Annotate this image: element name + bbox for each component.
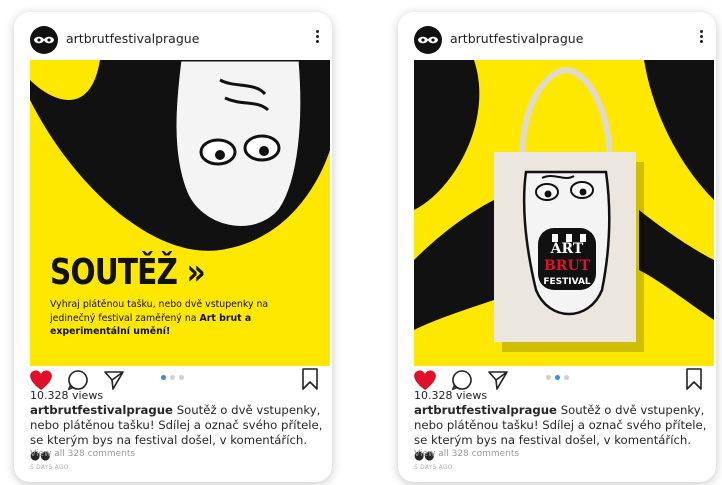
tote-bag-illustration: ART BRUT FESTIVAL — [414, 60, 714, 366]
carousel-dot — [564, 375, 569, 380]
avatar-eyes-icon — [34, 36, 54, 44]
bag-text-brut: BRUT — [544, 258, 591, 274]
post-card-2: artbrutfestivalprague ART BRUT FESTIVAL … — [398, 12, 716, 482]
contest-text: Vyhraj plátěnou tašku, nebo dvě vstupenk… — [50, 299, 269, 337]
bag-text-art: ART — [550, 241, 584, 257]
bookmark-icon[interactable] — [684, 367, 704, 391]
post-card-1: artbrutfestivalprague SOUTĚŽ » Vyhraj pl… — [14, 12, 332, 482]
post-header: artbrutfestivalprague — [14, 12, 332, 62]
caption-username[interactable]: artbrutfestivalprague — [414, 403, 557, 417]
more-options-icon[interactable] — [698, 30, 704, 48]
carousel-dot-active — [161, 375, 166, 380]
view-count: 10.328 views — [414, 389, 488, 402]
share-icon[interactable] — [102, 368, 126, 392]
view-comments-link[interactable]: View all 328 comments — [30, 449, 135, 459]
time-ago: 5 DAYS AGO — [30, 464, 69, 471]
carousel-dot — [179, 375, 184, 380]
username[interactable]: artbrutfestivalprague — [66, 31, 199, 46]
view-comments-link[interactable]: View all 328 comments — [414, 449, 519, 459]
post-header: artbrutfestivalprague — [398, 12, 716, 62]
carousel-dot — [546, 375, 551, 380]
more-options-icon[interactable] — [314, 30, 320, 48]
avatar-eyes-icon — [418, 36, 438, 44]
view-count: 10.328 views — [30, 389, 104, 402]
carousel-indicator — [546, 375, 576, 381]
post-image[interactable]: ART BRUT FESTIVAL — [414, 60, 714, 366]
caption-username[interactable]: artbrutfestivalprague — [30, 403, 173, 417]
avatar[interactable] — [414, 26, 442, 54]
contest-title: SOUTĚŽ » — [50, 252, 206, 293]
bookmark-icon[interactable] — [300, 367, 320, 391]
share-icon[interactable] — [486, 368, 510, 392]
carousel-dot-active — [555, 375, 560, 380]
carousel-dot — [170, 375, 175, 380]
bag-text-festival: FESTIVAL — [543, 277, 591, 287]
post-image[interactable]: SOUTĚŽ » Vyhraj plátěnou tašku, nebo dvě… — [30, 60, 330, 366]
avatar[interactable] — [30, 26, 58, 54]
username[interactable]: artbrutfestivalprague — [450, 31, 583, 46]
time-ago: 5 DAYS AGO — [414, 464, 453, 471]
carousel-indicator — [161, 375, 191, 381]
